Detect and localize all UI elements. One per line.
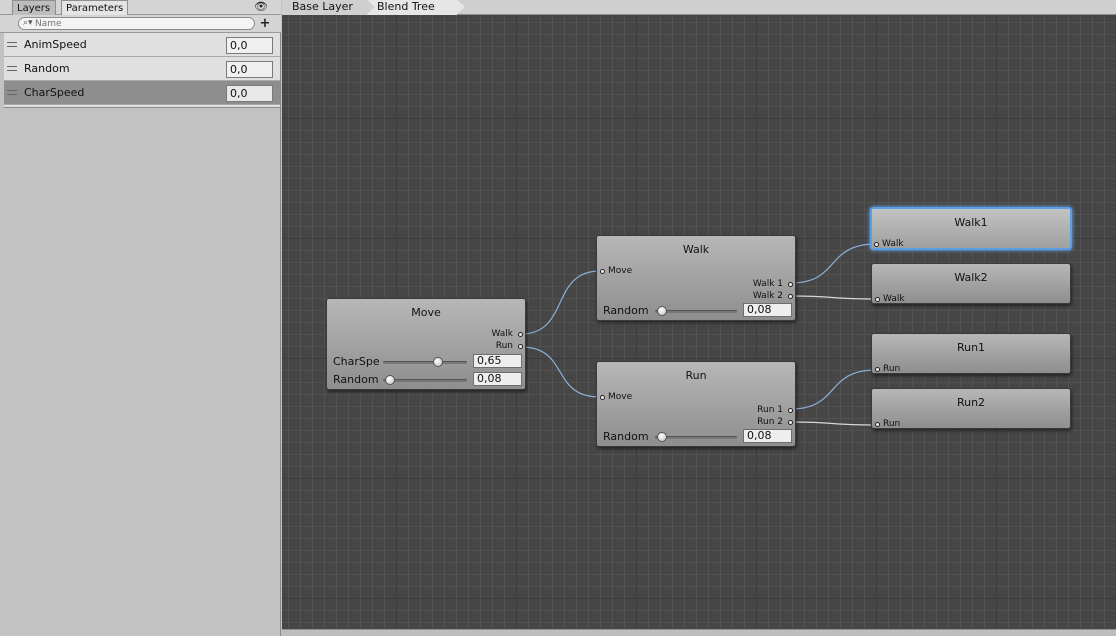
charspeed-value-field[interactable]: 0,65: [473, 354, 522, 368]
output-port-label: Walk 1: [752, 279, 783, 289]
breadcrumb-separator: [367, 0, 375, 14]
input-port-label: Walk: [883, 294, 905, 304]
parameter-row-animspeed[interactable]: AnimSpeed: [4, 33, 280, 57]
node-run[interactable]: Run Move Run 1 Run 2 Random 0,08: [596, 361, 796, 447]
input-port-walk[interactable]: [875, 297, 880, 302]
input-port-label: Run: [883, 419, 901, 429]
parameter-list: AnimSpeed Random CharSpeed: [4, 33, 280, 108]
input-port-move[interactable]: [600, 395, 605, 400]
node-title: Run2: [956, 396, 986, 409]
horizontal-scrollbar[interactable]: [282, 629, 1116, 636]
slider-label: Random: [603, 430, 649, 443]
drag-handle-icon[interactable]: [7, 90, 17, 95]
random-value-field[interactable]: 0,08: [743, 303, 792, 317]
random-slider-thumb[interactable]: [384, 375, 395, 385]
slider-label: CharSpe: [333, 355, 380, 368]
parameter-value-field[interactable]: [226, 85, 273, 102]
random-value-field[interactable]: 0,08: [743, 429, 792, 443]
charspeed-slider-track[interactable]: [383, 361, 467, 364]
input-port-move[interactable]: [600, 269, 605, 274]
node-move[interactable]: Move Walk Run CharSpe 0,65 Random 0,08: [326, 298, 526, 390]
random-slider-thumb[interactable]: [656, 306, 667, 316]
output-port-run-2[interactable]: [788, 420, 793, 425]
breadcrumb: Base Layer Blend Tree: [282, 0, 1116, 15]
node-title: Run: [685, 369, 707, 382]
search-row: ⌕▾ +: [0, 15, 281, 33]
node-walk1[interactable]: Walk1 Walk: [870, 207, 1072, 250]
random-slider-track[interactable]: [655, 310, 737, 313]
search-input[interactable]: [35, 18, 245, 29]
input-port-run[interactable]: [875, 367, 880, 372]
random-slider-track[interactable]: [383, 379, 467, 382]
node-title: Walk1: [954, 216, 988, 229]
input-port-walk[interactable]: [874, 242, 879, 247]
parameter-value-field[interactable]: [226, 61, 273, 78]
node-run2[interactable]: Run2 Run: [871, 388, 1071, 429]
parameter-row-random[interactable]: Random: [4, 57, 280, 81]
node-title: Move: [411, 306, 441, 319]
parameter-name: Random: [24, 62, 70, 75]
input-port-label: Move: [608, 392, 633, 402]
output-port-run[interactable]: [518, 344, 523, 349]
parameter-name: CharSpeed: [24, 86, 85, 99]
output-port-walk-2[interactable]: [788, 294, 793, 299]
output-port-walk[interactable]: [518, 332, 523, 337]
input-port-label: Move: [608, 266, 633, 276]
panel-tab-bar: Layers Parameters 👁: [0, 0, 281, 15]
output-port-label: Walk: [491, 329, 513, 339]
parameter-name: AnimSpeed: [24, 38, 87, 51]
eye-icon[interactable]: 👁: [254, 1, 268, 13]
output-port-label: Run 1: [757, 405, 783, 415]
input-port-run[interactable]: [875, 422, 880, 427]
output-port-label: Run: [495, 341, 513, 351]
input-port-label: Run: [883, 364, 901, 374]
random-slider-track[interactable]: [655, 436, 737, 439]
search-icon: ⌕▾: [23, 18, 33, 28]
random-value-field[interactable]: 0,08: [473, 372, 522, 386]
list-end-divider: [4, 105, 280, 108]
parameters-panel: Layers Parameters 👁 ⌕▾ + AnimSpeed Rando…: [0, 0, 281, 636]
parameter-value-field[interactable]: [226, 37, 273, 54]
parameter-row-charspeed[interactable]: CharSpeed: [4, 81, 280, 105]
output-port-label: Run 2: [757, 417, 783, 427]
node-title: Walk: [682, 243, 710, 256]
node-walk[interactable]: Walk Move Walk 1 Walk 2 Random 0,08: [596, 235, 796, 321]
breadcrumb-blend-tree[interactable]: Blend Tree: [367, 0, 457, 15]
node-title: Walk2: [954, 271, 988, 284]
input-port-label: Walk: [882, 239, 904, 249]
node-run1[interactable]: Run1 Run: [871, 333, 1071, 374]
charspeed-slider-thumb[interactable]: [432, 357, 443, 367]
breadcrumb-base-layer[interactable]: Base Layer: [282, 0, 367, 15]
slider-label: Random: [603, 304, 649, 317]
drag-handle-icon[interactable]: [7, 42, 17, 47]
tab-layers[interactable]: Layers: [12, 0, 56, 15]
search-box[interactable]: ⌕▾: [18, 17, 255, 30]
node-walk2[interactable]: Walk2 Walk: [871, 263, 1071, 304]
breadcrumb-separator: [457, 0, 465, 14]
add-parameter-button[interactable]: +: [259, 17, 271, 30]
node-title: Run1: [956, 341, 986, 354]
output-port-walk-1[interactable]: [788, 282, 793, 287]
drag-handle-icon[interactable]: [7, 66, 17, 71]
random-slider-thumb[interactable]: [656, 432, 667, 442]
slider-label: Random: [333, 373, 379, 386]
output-port-run-1[interactable]: [788, 408, 793, 413]
tab-parameters[interactable]: Parameters: [61, 0, 128, 15]
output-port-label: Walk 2: [752, 291, 783, 301]
